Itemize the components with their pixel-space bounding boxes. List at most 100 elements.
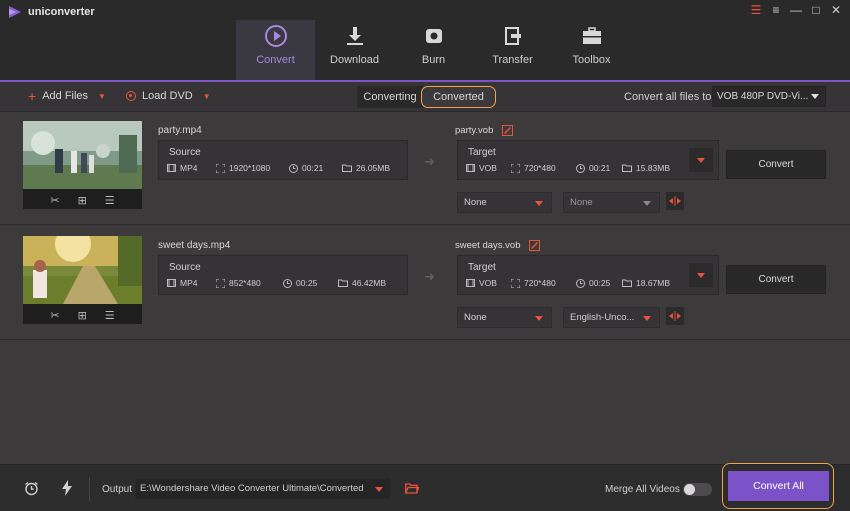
thumbnail-image (23, 236, 142, 304)
format-info: VOB (466, 163, 511, 173)
brand: uniconverter (8, 5, 95, 19)
video-thumbnail[interactable]: ✂ ⊞ ☰ (23, 121, 142, 209)
source-file-name: sweet days.mp4 (158, 240, 231, 251)
target-resolution: 720*480 (524, 163, 556, 173)
convert-button[interactable]: Convert (726, 150, 826, 179)
nav-label: Burn (421, 54, 446, 66)
merge-toggle[interactable] (683, 483, 712, 496)
close-icon[interactable]: ✕ (830, 4, 842, 16)
nav-label: Toolbox (572, 54, 611, 66)
output-format-select[interactable]: VOB 480P DVD-Vi... (712, 86, 826, 107)
target-file-name: sweet days.vob (455, 240, 521, 251)
merge-label: Merge All Videos (605, 484, 680, 495)
film-icon (466, 279, 475, 287)
target-size: 15.83MB (636, 163, 671, 173)
lightning-icon[interactable] (62, 480, 72, 496)
target-info: Target VOB 720*480 00:25 18.67MB (457, 255, 719, 295)
add-files-button[interactable]: + Add Files ▼ (28, 89, 106, 103)
folder-icon (622, 164, 632, 172)
format-info: MP4 (167, 278, 216, 288)
main-nav: Convert Download Burn Transfer Toolbox (236, 20, 631, 80)
film-icon (167, 279, 176, 287)
file-row: ✂ ⊞ ☰ sweet days.mp4 Source MP4 852*480 … (0, 227, 850, 340)
footer: Output E:\Wondershare Video Converter Ul… (0, 463, 850, 511)
target-info: Target VOB 720*480 00:21 15.83MB (457, 140, 719, 180)
folder-icon (342, 164, 352, 172)
target-name-wrap: party.vob (455, 125, 514, 136)
resolution-icon (511, 278, 520, 288)
nav-convert[interactable]: Convert (236, 20, 315, 80)
nav-burn[interactable]: Burn (394, 20, 473, 80)
edit-icon[interactable] (529, 240, 541, 251)
convert-icon (264, 24, 288, 48)
source-title: Source (169, 262, 201, 273)
resolution-icon (216, 163, 225, 173)
trim-icon[interactable]: ✂ (50, 309, 59, 322)
resolution-icon (511, 163, 520, 173)
format-info: VOB (466, 278, 511, 288)
chevron-down-icon (643, 316, 651, 321)
target-title: Target (468, 262, 496, 273)
chevron-down-icon[interactable]: ▼ (203, 92, 211, 101)
audio-track-select[interactable]: None (563, 192, 660, 213)
alarm-clock-icon[interactable] (24, 481, 39, 496)
window-controls: ☰ ≡ — □ ✕ (750, 4, 842, 16)
chevron-down-icon[interactable]: ▼ (98, 92, 106, 101)
audio-value: None (570, 197, 593, 208)
chevron-down-icon (697, 272, 705, 278)
duration-info: 00:21 (289, 163, 342, 173)
source-resolution: 852*480 (229, 278, 261, 288)
format-value: VOB 480P DVD-Vi... (717, 91, 809, 102)
tab-converted[interactable]: Converted (421, 86, 496, 108)
maximize-icon[interactable]: □ (810, 4, 822, 16)
film-icon (466, 164, 475, 172)
source-resolution: 1920*1080 (229, 163, 271, 173)
split-icon[interactable] (666, 192, 684, 210)
target-format-dropdown[interactable] (689, 148, 713, 172)
source-info: Source MP4 1920*1080 00:21 26.05MB (158, 140, 408, 180)
resolution-info: 720*480 (511, 278, 576, 288)
effects-icon[interactable]: ☰ (105, 194, 115, 207)
nav-label: Transfer (492, 54, 533, 66)
convert-button[interactable]: Convert (726, 265, 826, 294)
source-size: 46.42MB (352, 278, 387, 288)
effects-icon[interactable]: ☰ (105, 309, 115, 322)
burn-icon (422, 24, 446, 48)
video-thumbnail[interactable]: ✂ ⊞ ☰ (23, 236, 142, 324)
audio-track-select[interactable]: English-Unco... (563, 307, 660, 328)
trim-icon[interactable]: ✂ (50, 194, 59, 207)
nav-transfer[interactable]: Transfer (473, 20, 552, 80)
menu-icon[interactable]: ≡ (770, 4, 782, 16)
minimize-icon[interactable]: — (790, 4, 802, 16)
chevron-down-icon (535, 201, 543, 206)
output-path-select[interactable]: E:\Wondershare Video Converter Ultimate\… (135, 478, 391, 499)
gift-icon[interactable]: ☰ (750, 4, 762, 16)
target-resolution: 720*480 (524, 278, 556, 288)
tab-converting[interactable]: Converting (357, 86, 423, 108)
transfer-icon (501, 24, 525, 48)
toolbox-icon (580, 24, 604, 48)
convert-all-button[interactable]: Convert All (728, 471, 829, 501)
folder-icon (338, 279, 348, 287)
target-format-dropdown[interactable] (689, 263, 713, 287)
subtitle-select[interactable]: None (457, 192, 552, 213)
arrow-right-icon: ➜ (424, 269, 435, 284)
crop-icon[interactable]: ⊞ (78, 194, 87, 207)
subtitle-select[interactable]: None (457, 307, 552, 328)
source-meta: MP4 1920*1080 00:21 26.05MB (167, 163, 390, 173)
source-meta: MP4 852*480 00:25 46.42MB (167, 278, 386, 288)
size-info: 46.42MB (338, 278, 386, 288)
split-icon[interactable] (666, 307, 684, 325)
crop-icon[interactable]: ⊞ (78, 309, 87, 322)
duration-info: 00:25 (283, 278, 338, 288)
toggle-knob (684, 484, 695, 495)
chevron-down-icon (643, 201, 651, 206)
resolution-info: 852*480 (216, 278, 283, 288)
open-folder-icon[interactable] (405, 483, 419, 494)
edit-icon[interactable] (502, 125, 514, 136)
source-duration: 00:21 (302, 163, 324, 173)
logo-icon (9, 6, 21, 18)
nav-download[interactable]: Download (315, 20, 394, 80)
nav-toolbox[interactable]: Toolbox (552, 20, 631, 80)
load-dvd-button[interactable]: Load DVD ▼ (126, 90, 211, 102)
